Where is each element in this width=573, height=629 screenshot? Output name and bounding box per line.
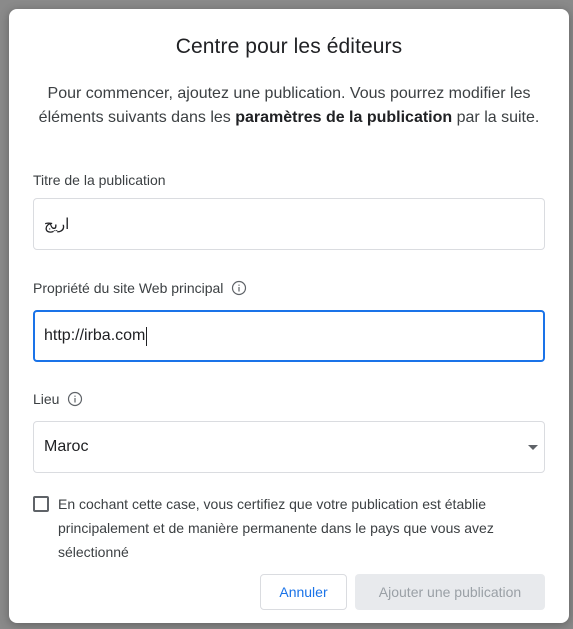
location-value: Maroc	[44, 438, 89, 455]
publication-title-label-text: Titre de la publication	[33, 172, 166, 188]
location-label-text: Lieu	[33, 391, 60, 407]
info-icon[interactable]	[231, 280, 247, 296]
location-select[interactable]: Maroc	[33, 421, 545, 473]
publisher-dialog: Centre pour les éditeurs Pour commencer,…	[9, 9, 569, 623]
publication-title-label: Titre de la publication	[33, 172, 166, 188]
cancel-button[interactable]: Annuler	[260, 574, 347, 610]
website-property-label: Propriété du site Web principal	[33, 280, 247, 296]
website-property-label-text: Propriété du site Web principal	[33, 280, 224, 296]
website-property-value: http://irba.com	[44, 327, 146, 344]
publication-title-value: اريج	[44, 216, 70, 233]
certify-checkbox-row: En cochant cette case, vous certifiez qu…	[33, 492, 545, 564]
info-icon[interactable]	[67, 391, 83, 407]
website-property-input[interactable]: http://irba.com	[33, 310, 545, 362]
dialog-title: Centre pour les éditeurs	[175, 35, 403, 58]
text-cursor	[146, 326, 148, 346]
publication-title-input[interactable]: اريج	[33, 198, 545, 250]
intro-text-end: par la suite.	[452, 109, 540, 126]
add-publication-button[interactable]: Ajouter une publication	[355, 574, 545, 610]
dialog-intro: Pour commencer, ajoutez une publication.…	[33, 82, 545, 130]
certify-checkbox[interactable]	[33, 496, 49, 512]
certify-checkbox-label[interactable]: En cochant cette case, vous certifiez qu…	[58, 492, 545, 564]
intro-text-bold: paramètres de la publication	[235, 109, 453, 126]
chevron-down-icon	[528, 445, 538, 450]
location-label: Lieu	[33, 391, 83, 407]
